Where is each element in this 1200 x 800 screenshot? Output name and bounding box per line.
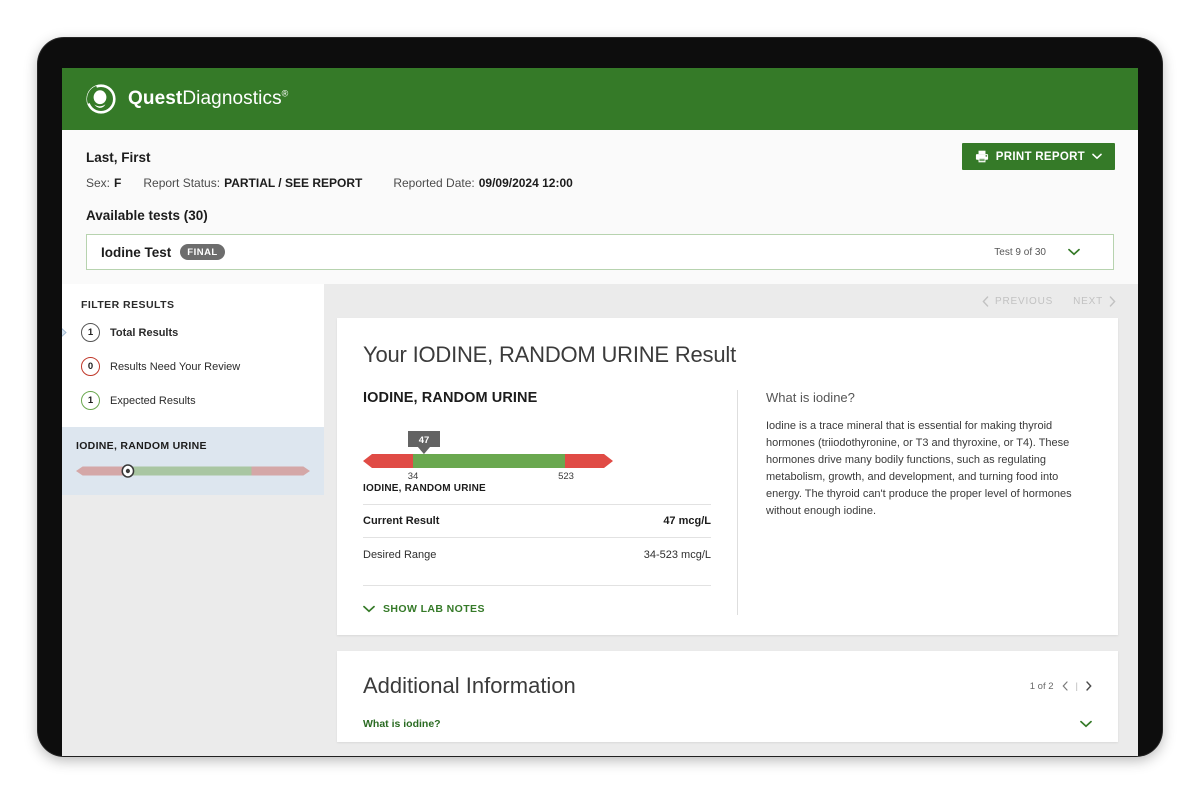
result-card: Your IODINE, RANDOM URINE Result IODINE,… [337,318,1118,635]
filter-count-badge: 0 [81,357,100,376]
pager-separator: | [1075,680,1078,692]
print-report-button[interactable]: PRINT REPORT [961,143,1115,170]
chevron-left-icon [982,295,989,307]
show-lab-notes-label: SHOW LAB NOTES [383,603,485,615]
brand-name-light: Diagnostics [182,88,282,109]
filter-item-needs-review[interactable]: 0 Results Need Your Review [62,354,324,379]
filter-results-card: FILTER RESULTS 1 Total Results 0 Results… [62,284,324,427]
page-body: FILTER RESULTS 1 Total Results 0 Results… [62,284,1138,742]
test-status-badge: FINAL [180,244,225,260]
analyte-subname: IODINE, RANDOM URINE [363,483,486,494]
previous-label: PREVIOUS [995,295,1054,307]
sex-label: Sex: [86,176,111,190]
brand-wordmark: QuestDiagnostics® [128,88,288,110]
range-gauge-graphic: 47 34 523 [363,431,613,481]
row-label: Desired Range [363,548,437,561]
additional-info-header: Additional Information 1 of 2 | [363,673,1092,699]
reported-date-label: Reported Date: [393,176,475,190]
accordion-question: What is iodine? [363,718,441,730]
info-column: What is iodine? Iodine is a trace minera… [737,390,1092,615]
sidebar-result-item-iodine[interactable]: IODINE, RANDOM URINE [62,427,324,495]
band-spacer [62,270,1138,284]
gauge-high-label: 523 [558,471,574,481]
patient-info-band: Last, First Sex: F Report Status: PARTIA… [62,130,1138,270]
chevron-down-icon [1080,720,1092,728]
brand-header: QuestDiagnostics® [62,68,1138,130]
additional-info-pager: 1 of 2 | [1030,681,1092,692]
test-counter: Test 9 of 30 [994,246,1046,258]
selection-arrow-icon [62,328,67,337]
selected-test-name: Iodine Test [101,244,172,260]
additional-info-accordion-item[interactable]: What is iodine? [363,718,1092,742]
filter-results-heading: FILTER RESULTS [81,299,175,311]
table-row: Desired Range 34-523 mcg/L [363,538,711,571]
brand-name-bold: Quest [128,88,183,109]
filter-label: Total Results [110,326,179,339]
info-body: Iodine is a trace mineral that is essent… [766,420,1072,518]
row-label: Current Result [363,515,440,527]
chevron-down-icon [1068,248,1080,256]
sex-value: F [114,176,122,190]
sidebar-range-gauge [76,464,310,478]
filter-label: Expected Results [110,394,196,407]
result-detail-column: IODINE, RANDOM URINE 47 34 523 IODINE, R… [363,390,737,615]
quest-swoosh-logo-icon [86,84,116,114]
filter-count-badge: 1 [81,323,100,342]
chevron-left-icon[interactable] [1062,681,1068,691]
row-value: 47 mcg/L [663,515,711,527]
row-value: 34-523 mcg/L [643,548,711,561]
additional-info-title: Additional Information [363,673,576,698]
info-heading: What is iodine? [766,390,855,405]
result-values-table: Current Result 47 mcg/L Desired Range 34… [363,504,711,571]
table-bottom-divider [363,585,711,586]
analyte-name: IODINE, RANDOM URINE [363,390,538,406]
gauge-low-label: 34 [408,471,419,481]
next-result-button[interactable]: NEXT [1073,296,1116,307]
printer-icon [975,150,988,163]
chevron-right-icon[interactable] [1086,681,1092,691]
print-report-label: PRINT REPORT [995,150,1085,163]
filter-label: Results Need Your Review [110,360,241,373]
show-lab-notes-toggle[interactable]: SHOW LAB NOTES [363,603,711,615]
main-content: PREVIOUS NEXT Your IODINE, RANDOM URINE … [324,284,1138,742]
table-row: Current Result 47 mcg/L [363,505,711,538]
result-card-columns: IODINE, RANDOM URINE 47 34 523 IODINE, R… [363,390,1092,615]
brand-trademark: ® [281,88,289,99]
patient-meta-row: Sex: F Report Status: PARTIAL / SEE REPO… [86,176,1114,190]
reported-date-value: 09/09/2024 12:00 [478,176,573,190]
filter-item-expected-results[interactable]: 1 Expected Results [62,388,324,413]
chevron-down-icon [1092,153,1102,160]
filter-item-total-results[interactable]: 1 Total Results [62,320,324,345]
next-label: NEXT [1073,295,1103,307]
pager-count: 1 of 2 [1029,680,1054,692]
additional-information-card: Additional Information 1 of 2 | What is … [337,651,1118,742]
browser-viewport: QuestDiagnostics® Last, First Sex: F Rep… [62,68,1138,756]
chevron-down-icon [363,605,375,613]
filter-count-badge: 1 [81,391,100,410]
report-status-label: Report Status: [143,176,221,190]
result-card-title: Your IODINE, RANDOM URINE Result [363,342,736,367]
result-pagination: PREVIOUS NEXT [337,284,1118,318]
report-status-value: PARTIAL / SEE REPORT [224,176,363,190]
sidebar-result-name: IODINE, RANDOM URINE [76,440,207,452]
test-selector-dropdown[interactable]: Iodine Test FINAL Test 9 of 30 [86,234,1114,270]
previous-result-button[interactable]: PREVIOUS [982,296,1053,307]
sidebar: FILTER RESULTS 1 Total Results 0 Results… [62,284,324,716]
chevron-right-icon [1109,295,1116,307]
device-frame: QuestDiagnostics® Last, First Sex: F Rep… [38,38,1162,756]
gauge-marker-value: 47 [419,435,430,446]
result-range-gauge: 47 34 523 [363,431,711,481]
available-tests-heading: Available tests (30) [86,208,208,223]
patient-name: Last, First [86,150,151,165]
